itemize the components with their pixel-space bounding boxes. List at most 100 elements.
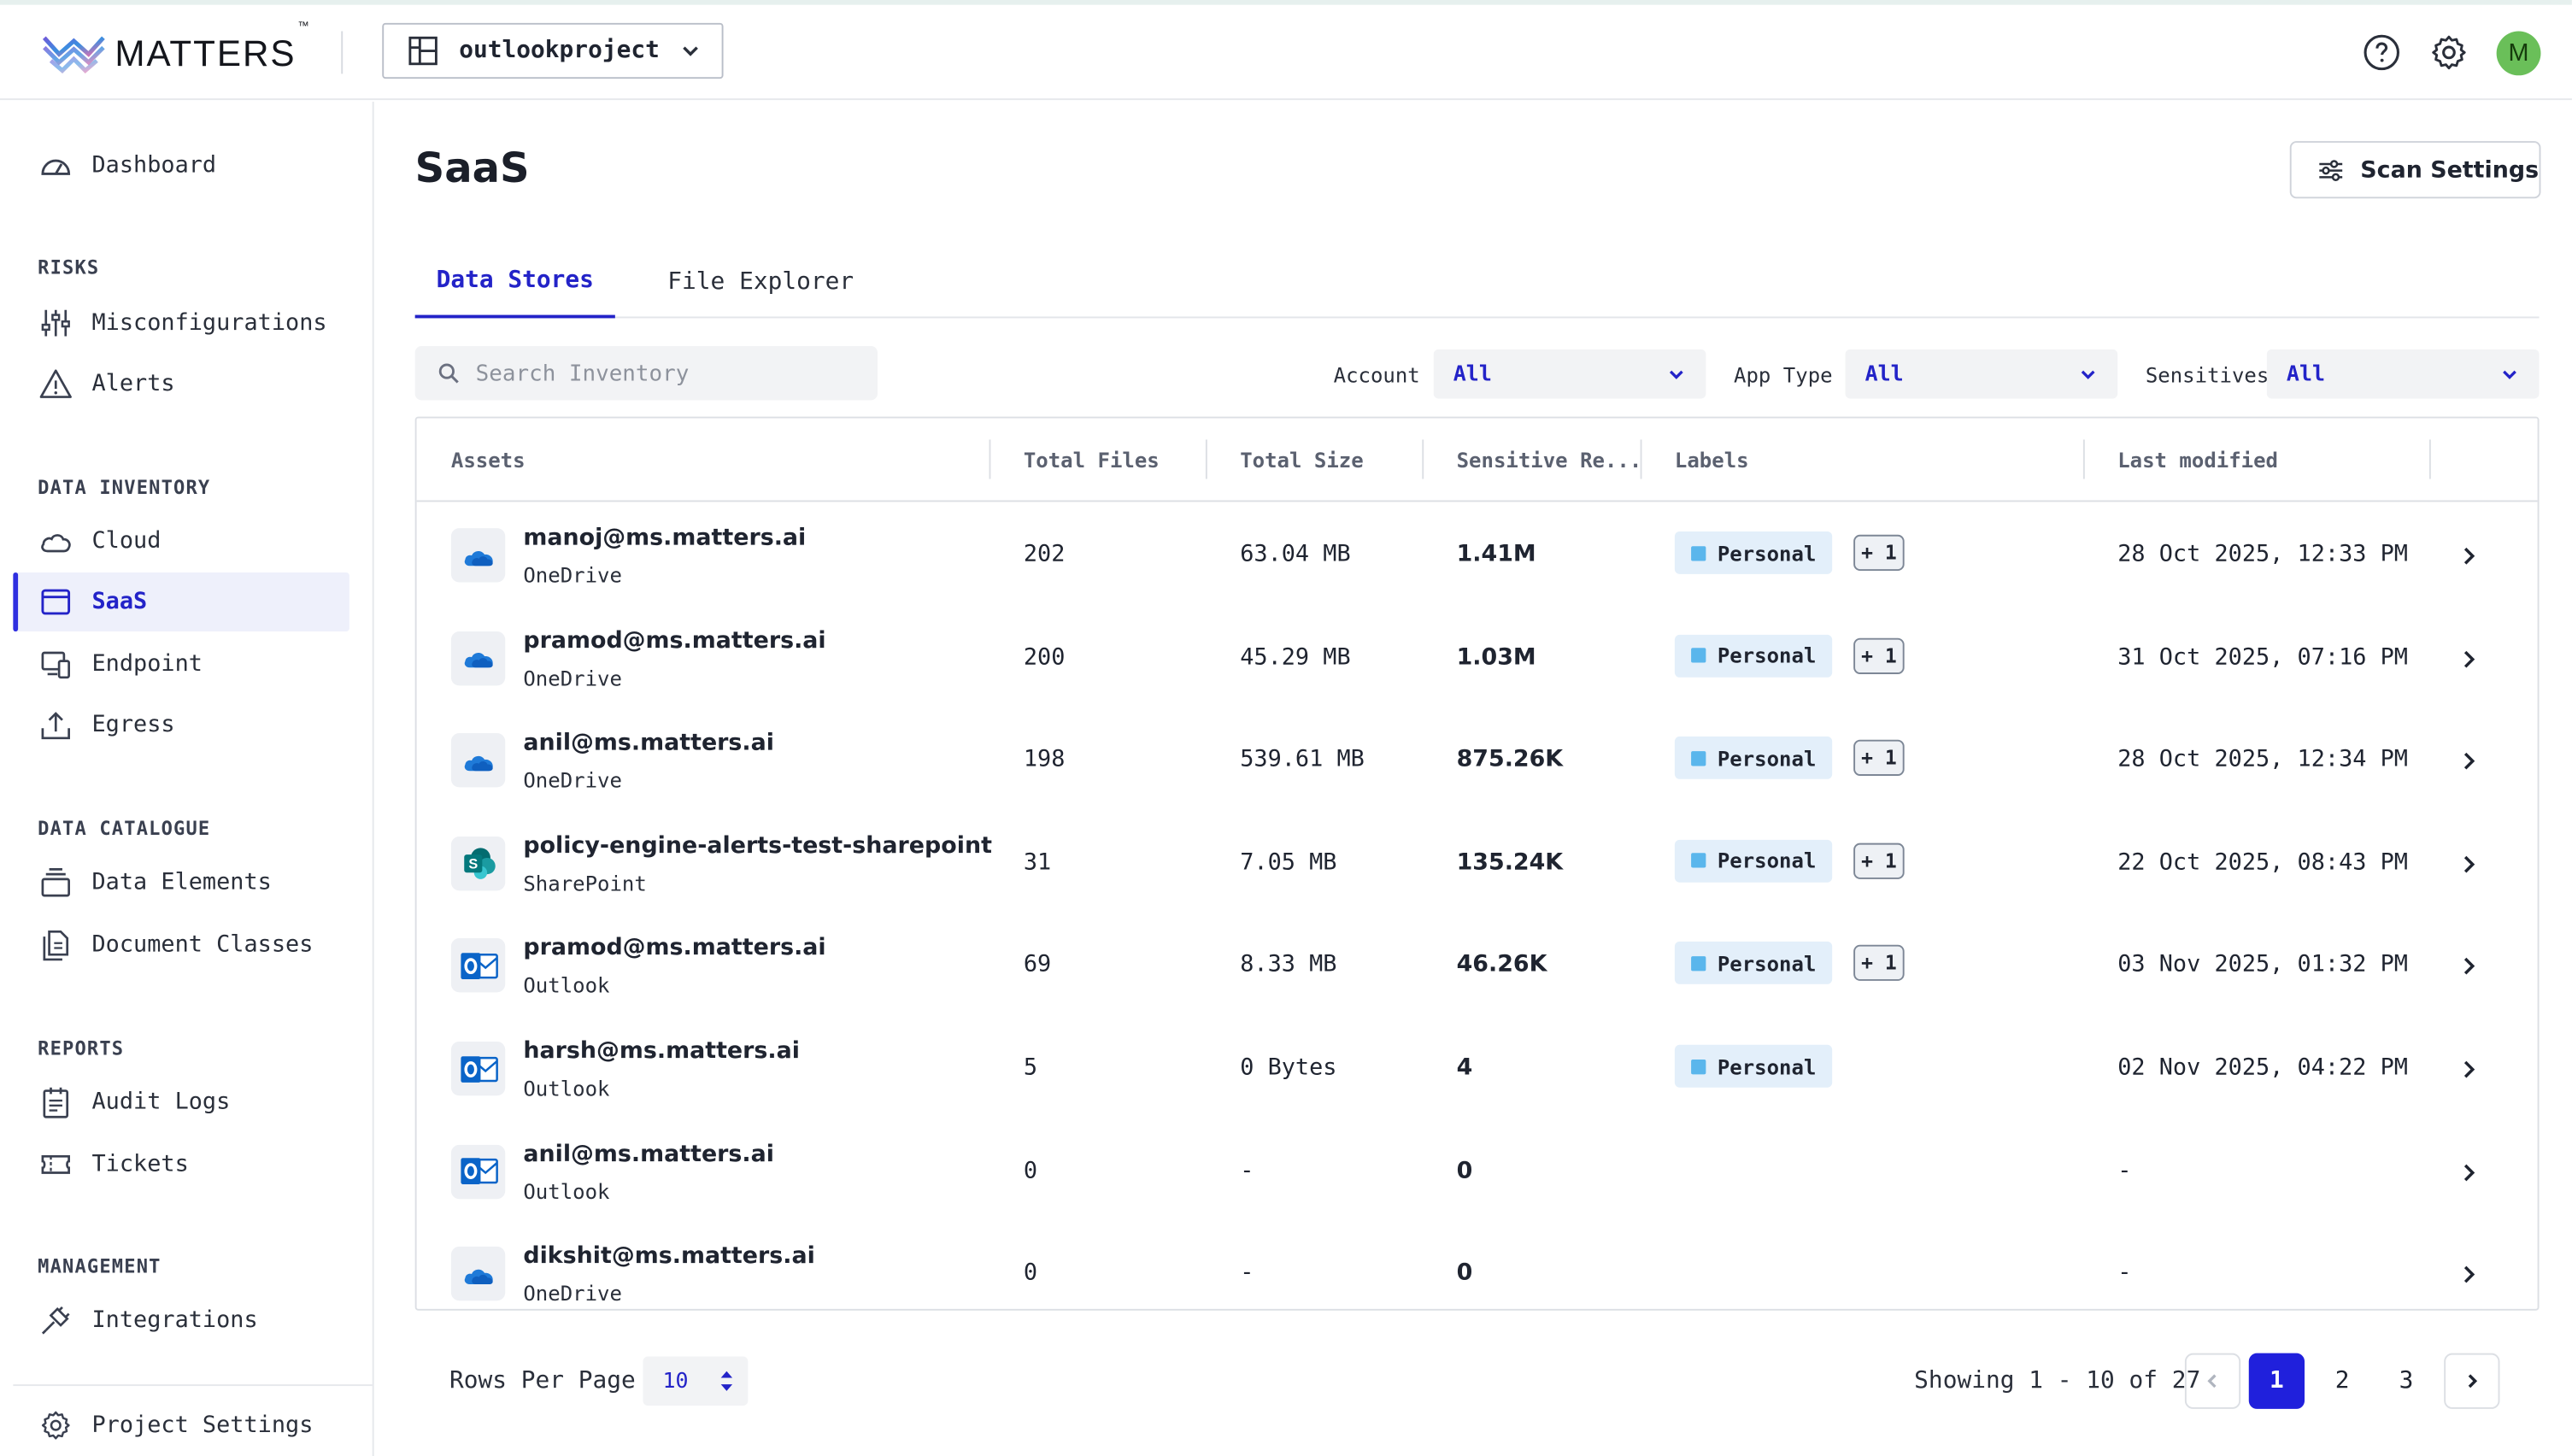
column-header-assets[interactable]: Assets xyxy=(451,418,526,502)
scan-settings-label: Scan Settings xyxy=(2360,156,2540,184)
matters-logo[interactable]: MATTERS™ xyxy=(42,21,311,77)
chevron-right-icon[interactable] xyxy=(2456,1262,2482,1289)
label-color-swatch xyxy=(1691,1059,1706,1074)
scan-settings-button[interactable]: Scan Settings xyxy=(2289,141,2541,199)
last-modified-cell: 03 Nov 2025, 01:32 PM xyxy=(2117,952,2409,978)
matters-logo-mark-icon xyxy=(42,36,105,73)
search-box[interactable] xyxy=(414,346,878,401)
settings-gear-icon[interactable] xyxy=(2429,32,2469,72)
account-filter-select[interactable]: All xyxy=(1433,349,1706,399)
total-size-cell: 45.29 MB xyxy=(1240,643,1351,671)
more-labels-chip[interactable]: + 1 xyxy=(1853,740,1905,777)
sensitive-records-cell: 875.26K xyxy=(1456,746,1564,773)
page-button-1[interactable]: 1 xyxy=(2248,1353,2305,1409)
asset-type: OneDrive xyxy=(523,665,622,690)
user-avatar[interactable]: M xyxy=(2496,31,2541,76)
column-header-last-modified[interactable]: Last modified xyxy=(2117,418,2278,502)
asset-type: Outlook xyxy=(523,973,610,998)
label-text: Personal xyxy=(1717,951,1817,976)
next-page-button[interactable] xyxy=(2444,1353,2500,1409)
column-header-sensitive-records[interactable]: Sensitive Re... xyxy=(1457,418,1642,502)
sidebar-item-tickets[interactable]: Tickets xyxy=(13,1135,349,1194)
table-row[interactable]: anil@ms.matters.ai OneDrive 198 539.61 MB 87… xyxy=(417,709,2538,812)
sidebar-item-misconfigurations[interactable]: Misconfigurations xyxy=(13,294,349,353)
chevron-right-icon[interactable] xyxy=(2456,646,2482,672)
rows-per-page-label: Rows Per Page xyxy=(449,1367,636,1394)
chevron-right-icon[interactable] xyxy=(2456,954,2482,980)
more-labels-chip[interactable]: + 1 xyxy=(1853,637,1905,674)
sidebar-item-label: Alerts xyxy=(91,370,175,397)
search-input[interactable] xyxy=(475,360,837,387)
previous-page-button[interactable] xyxy=(2184,1353,2241,1409)
sidebar-item-label: Integrations xyxy=(91,1306,258,1334)
sidebar-item-alerts[interactable]: Alerts xyxy=(13,355,349,414)
page-button-2[interactable]: 2 xyxy=(2315,1353,2370,1409)
sidebar-item-endpoint[interactable]: Endpoint xyxy=(13,635,349,694)
table-row[interactable]: pramod@ms.matters.ai Outlook 69 8.33 MB 46.2… xyxy=(417,914,2538,1017)
table-row[interactable]: dikshit@ms.matters.ai OneDrive 0 - 0 - xyxy=(417,1222,2538,1308)
chevron-right-icon[interactable] xyxy=(2456,1056,2482,1083)
asset-name: anil@ms.matters.ai xyxy=(523,1141,774,1167)
table-row[interactable]: pramod@ms.matters.ai OneDrive 200 45.29 MB 1… xyxy=(417,606,2538,708)
sensitive-records-cell: 4 xyxy=(1456,1054,1473,1082)
last-modified-cell: - xyxy=(2117,1259,2132,1287)
column-header-total-size[interactable]: Total Size xyxy=(1240,418,1363,502)
more-labels-chip[interactable]: + 1 xyxy=(1853,534,1905,572)
last-modified-cell: 22 Oct 2025, 08:43 PM xyxy=(2117,848,2409,876)
sidebar-item-cloud[interactable]: Cloud xyxy=(13,512,349,571)
label-badge: Personal xyxy=(1674,531,1833,574)
sidebar-item-data-elements[interactable]: Data Elements xyxy=(13,853,349,912)
sensitives-filter-select[interactable]: All xyxy=(2266,349,2540,399)
documents-icon xyxy=(39,928,72,961)
table-row[interactable]: Spolicy-engine-alerts-test-sharepoint Sha… xyxy=(417,812,2538,914)
sidebar-item-audit-logs[interactable]: Audit Logs xyxy=(13,1072,349,1131)
column-header-total-files[interactable]: Total Files xyxy=(1024,418,1160,502)
tab-file-explorer[interactable]: File Explorer xyxy=(667,246,854,318)
rows-per-page-select[interactable]: 10 xyxy=(643,1356,749,1406)
chevron-right-icon[interactable] xyxy=(2456,851,2482,878)
sidebar-item-saas[interactable]: SaaS xyxy=(13,572,349,632)
onedrive-icon xyxy=(450,1247,506,1301)
table-row[interactable]: manoj@ms.matters.ai OneDrive 202 63.04 MB 1.… xyxy=(417,503,2538,606)
total-files-cell: 31 xyxy=(1023,848,1052,876)
total-size-cell: 8.33 MB xyxy=(1240,952,1337,978)
gear-icon xyxy=(39,1409,72,1441)
sidebar-item-label: SaaS xyxy=(91,589,148,615)
label-color-swatch xyxy=(1691,853,1706,869)
chevron-right-icon[interactable] xyxy=(2456,543,2482,569)
plug-icon xyxy=(39,1304,72,1336)
last-modified-cell: 28 Oct 2025, 12:34 PM xyxy=(2117,746,2409,773)
chevron-right-icon xyxy=(2468,1374,2478,1388)
app-type-filter-label: App Type xyxy=(1734,362,1833,388)
column-header-labels[interactable]: Labels xyxy=(1675,418,1749,502)
sidebar-item-document-classes[interactable]: Document Classes xyxy=(13,915,349,974)
project-selector[interactable]: outlookproject xyxy=(382,22,724,79)
chevron-right-icon[interactable] xyxy=(2456,749,2482,775)
total-size-cell: 539.61 MB xyxy=(1240,746,1365,773)
sidebar-item-label: Document Classes xyxy=(91,931,314,959)
table-row[interactable]: harsh@ms.matters.ai Outlook 5 0 Bytes 4 Perso… xyxy=(417,1017,2538,1119)
label-badge: Personal xyxy=(1674,942,1833,985)
page-button-3[interactable]: 3 xyxy=(2378,1353,2434,1409)
sidebar-item-egress[interactable]: Egress xyxy=(13,696,349,754)
more-labels-chip[interactable]: + 1 xyxy=(1853,842,1905,879)
total-size-cell: 63.04 MB xyxy=(1240,541,1351,568)
table-row[interactable]: anil@ms.matters.ai Outlook 0 - 0 - xyxy=(417,1119,2538,1222)
more-labels-chip[interactable]: + 1 xyxy=(1853,945,1905,982)
asset-name: harsh@ms.matters.ai xyxy=(523,1038,800,1065)
header-divider xyxy=(341,31,344,74)
sidebar-item-project-settings[interactable]: Project Settings xyxy=(13,1396,349,1455)
help-icon[interactable] xyxy=(2362,32,2401,72)
app-type-filter-select[interactable]: All xyxy=(1845,349,2118,399)
chevron-down-icon xyxy=(1669,370,1683,379)
label-color-swatch xyxy=(1691,648,1706,663)
chevron-right-icon[interactable] xyxy=(2456,1159,2482,1185)
stack-icon xyxy=(39,866,72,899)
sidebar-item-dashboard[interactable]: Dashboard xyxy=(13,136,349,195)
section-risks: RISKS xyxy=(38,255,100,279)
asset-name: dikshit@ms.matters.ai xyxy=(523,1243,815,1271)
asset-name: policy-engine-alerts-test-sharepoint xyxy=(523,832,992,860)
sidebar-item-integrations[interactable]: Integrations xyxy=(13,1291,349,1350)
tab-data-stores[interactable]: Data Stores xyxy=(414,246,615,319)
label-badge: Personal xyxy=(1674,1044,1833,1088)
